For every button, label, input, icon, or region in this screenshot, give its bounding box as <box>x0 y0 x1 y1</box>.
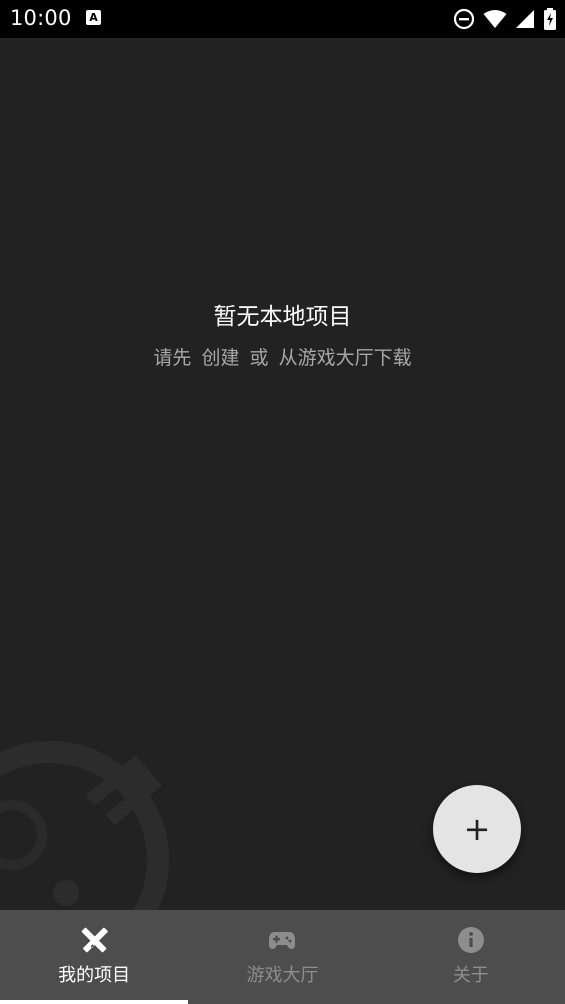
add-icon: + <box>463 810 491 848</box>
nav-label-my-projects: 我的项目 <box>58 965 131 986</box>
info-icon <box>456 925 486 955</box>
empty-state-title: 暂无本地项目 <box>213 304 352 330</box>
notification-icon: A <box>86 10 101 25</box>
empty-state: 暂无本地项目 请先 创建 或 从游戏大厅下载 <box>0 296 565 376</box>
add-project-button[interactable]: + <box>433 785 521 873</box>
hint-text-or: 或 <box>249 347 269 369</box>
app-screen: 10:00 A 暂无本地项目 请先 创建 或 从游戏大厅下载 + 我的项目 游戏… <box>0 0 565 1004</box>
create-link[interactable]: 创建 <box>201 347 239 369</box>
nav-item-about[interactable]: 关于 <box>377 910 565 1004</box>
game-logo-watermark-icon <box>0 741 169 920</box>
nav-item-my-projects[interactable]: 我的项目 <box>0 910 189 1004</box>
do-not-disturb-icon <box>453 8 475 30</box>
signal-icon <box>516 10 534 28</box>
bottom-navigation: 我的项目 游戏大厅 关于 <box>0 910 565 1004</box>
wifi-icon <box>483 10 507 28</box>
battery-charging-icon <box>544 8 556 30</box>
download-from-lobby-link[interactable]: 从游戏大厅下载 <box>279 347 412 369</box>
gamepad-icon <box>267 925 297 955</box>
status-bar: 10:00 A <box>0 0 565 38</box>
pencil-ruler-icon <box>79 925 109 955</box>
active-tab-indicator <box>0 1000 189 1004</box>
nav-item-game-lobby[interactable]: 游戏大厅 <box>188 910 376 1004</box>
nav-label-about: 关于 <box>452 965 489 986</box>
status-icons <box>453 7 557 31</box>
empty-state-hint: 请先 创建 或 从游戏大厅下载 <box>0 340 565 376</box>
status-time: 10:00 <box>10 6 72 30</box>
nav-label-game-lobby: 游戏大厅 <box>246 965 319 986</box>
hint-text-prefix: 请先 <box>153 347 192 369</box>
